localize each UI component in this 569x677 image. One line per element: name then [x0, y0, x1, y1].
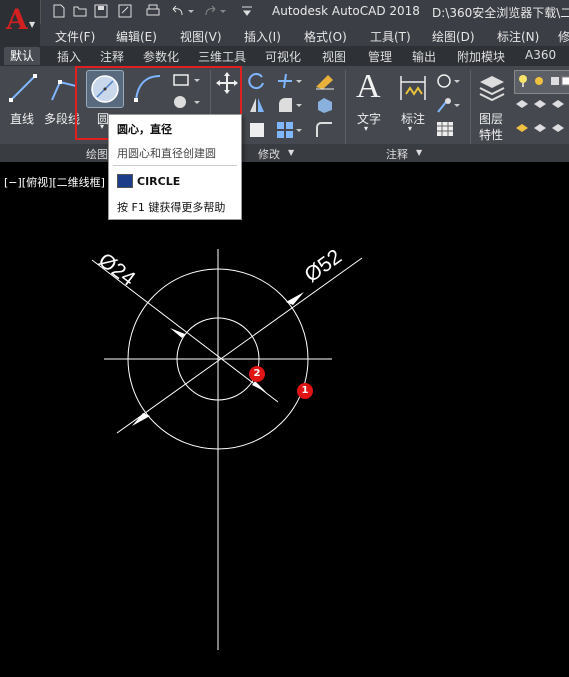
dimension-button-label[interactable]: 标注 — [401, 110, 425, 127]
menu-bar: 文件(F) 编辑(E) 视图(V) 插入(I) 格式(O) 工具(T) 绘图(D… — [40, 24, 569, 46]
layer-tools-row-2-icon[interactable] — [514, 120, 569, 140]
open-folder-icon[interactable] — [73, 4, 87, 18]
mirror-tool-icon[interactable] — [248, 96, 266, 118]
menu-view[interactable]: 视图(V) — [180, 28, 222, 45]
dimension-tool-icon[interactable] — [398, 72, 428, 108]
dimension-dropdown-icon[interactable]: ▾ — [408, 124, 412, 133]
layer-properties-label-2[interactable]: 特性 — [479, 126, 503, 143]
annotation-panel-chevron-icon[interactable]: ▼ — [416, 148, 422, 157]
tooltip-description: 用圆心和直径创建圆 — [117, 147, 216, 160]
autocad-logo-icon: A — [6, 3, 28, 36]
title-bar: Autodesk AutoCAD 2018 D:\360安全浏览器下载\二 — [0, 0, 569, 24]
line-button-label[interactable]: 直线 — [10, 110, 34, 127]
large-dim-arrow-bottom — [132, 413, 150, 426]
tab-default[interactable]: 默认 — [4, 47, 41, 65]
chevron-down-icon: ▼ — [29, 20, 36, 29]
large-diameter-label: Ø52 — [300, 245, 346, 287]
tooltip-divider — [113, 165, 237, 166]
layer-tools-row-1-icon[interactable] — [514, 98, 569, 118]
menu-format[interactable]: 格式(O) — [304, 28, 347, 45]
multileader-tool-icon[interactable] — [436, 96, 462, 118]
scale-tool-icon[interactable] — [248, 121, 266, 143]
menu-dimension[interactable]: 标注(N) — [497, 28, 539, 45]
print-icon[interactable] — [146, 4, 160, 18]
trim-tool-icon[interactable] — [276, 72, 304, 94]
tab-3d-tools[interactable]: 三维工具 — [198, 48, 246, 65]
table-tool-icon[interactable] — [436, 121, 454, 141]
text-button-label[interactable]: 文字 — [357, 110, 381, 127]
tab-a360[interactable]: A360 — [525, 48, 556, 62]
tab-manage[interactable]: 管理 — [368, 48, 392, 65]
ribbon-panel-titles: 绘图 修改 ▼ 注释 ▼ — [0, 144, 569, 162]
leader-tool-icon[interactable] — [436, 72, 462, 94]
rotate-tool-icon[interactable] — [248, 72, 266, 94]
layer-properties-label-1[interactable]: 图层 — [479, 110, 503, 127]
array-tool-icon[interactable] — [276, 121, 304, 143]
application-menu-button[interactable]: A ▼ — [0, 0, 41, 46]
new-file-icon[interactable] — [52, 4, 66, 18]
tab-addins[interactable]: 附加模块 — [457, 48, 505, 65]
offset-tool-icon[interactable] — [314, 121, 336, 143]
menu-edit[interactable]: 编辑(E) — [116, 28, 157, 45]
menu-tools[interactable]: 工具(T) — [370, 28, 411, 45]
drawing-canvas[interactable]: Ø52 Ø24 — [0, 162, 569, 677]
step-badge-1: 1 — [297, 383, 313, 399]
tooltip-help: 按 F1 键获得更多帮助 — [117, 201, 226, 214]
ribbon-tabs: 默认 插入 注释 参数化 三维工具 可视化 视图 管理 输出 附加模块 A360 — [0, 46, 569, 66]
layer-dropdown[interactable] — [514, 70, 569, 94]
save-as-icon[interactable] — [118, 4, 132, 18]
tab-annotate[interactable]: 注释 — [100, 48, 124, 65]
large-dim-arrow-top — [286, 292, 304, 305]
step-badge-2: 2 — [249, 366, 265, 382]
file-path: D:\360安全浏览器下载\二 — [432, 6, 569, 20]
tooltip-command: CIRCLE — [137, 175, 181, 188]
layer-properties-icon[interactable] — [478, 74, 506, 108]
customize-icon[interactable] — [240, 4, 254, 18]
small-dim-arrow-right — [252, 381, 266, 392]
tab-parametric[interactable]: 参数化 — [143, 48, 179, 65]
annotation-panel-title[interactable]: 注释 — [386, 146, 408, 162]
explode-tool-icon[interactable] — [314, 96, 336, 118]
menu-insert[interactable]: 插入(I) — [244, 28, 281, 45]
tab-insert[interactable]: 插入 — [57, 48, 81, 65]
line-tool-icon[interactable] — [8, 72, 38, 108]
erase-tool-icon[interactable] — [314, 72, 336, 94]
modify-panel-title[interactable]: 修改 — [258, 146, 280, 162]
circle-tooltip: 圆心，直径 用圆心和直径创建圆 CIRCLE 按 F1 键获得更多帮助 — [108, 114, 242, 220]
small-diameter-label: Ø24 — [94, 249, 140, 291]
tooltip-title: 圆心，直径 — [117, 123, 172, 136]
tab-visualize[interactable]: 可视化 — [265, 48, 301, 65]
tab-output[interactable]: 输出 — [412, 48, 436, 65]
command-icon — [117, 174, 133, 188]
fillet-tool-icon[interactable] — [276, 96, 304, 118]
tab-view[interactable]: 视图 — [322, 48, 346, 65]
save-icon[interactable] — [94, 4, 108, 18]
modify-panel-chevron-icon[interactable]: ▼ — [288, 148, 294, 157]
undo-icon[interactable] — [170, 4, 196, 18]
menu-file[interactable]: 文件(F) — [55, 28, 95, 45]
draw-panel-title[interactable]: 绘图 — [86, 146, 108, 162]
redo-icon[interactable] — [204, 4, 230, 18]
large-diameter-dimension-line — [116, 257, 363, 434]
text-dropdown-icon[interactable]: ▾ — [364, 124, 368, 133]
text-tool-icon[interactable]: A — [356, 68, 381, 106]
menu-modify[interactable]: 修 — [558, 28, 569, 45]
window-title: Autodesk AutoCAD 2018 — [272, 4, 420, 18]
menu-draw[interactable]: 绘图(D) — [432, 28, 475, 45]
